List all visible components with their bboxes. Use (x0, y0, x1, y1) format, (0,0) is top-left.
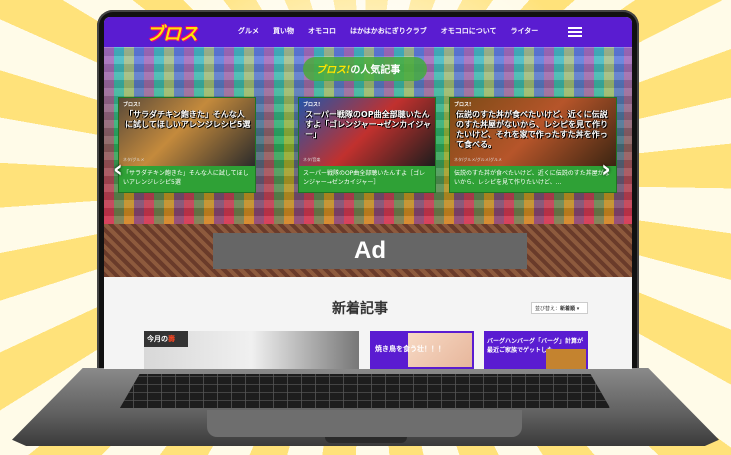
popular-article-card[interactable]: ブロス! スーパー戦隊のOP曲全部聴いたんすよ「ゴレンジャー→ゼンカイジャー」 … (298, 97, 436, 193)
badge-accent: 壽 (168, 335, 175, 343)
sort-value: 新着順 ▾ (560, 306, 580, 312)
ad-label: Ad (354, 237, 386, 264)
article-badge: 今月の壽 (144, 331, 188, 347)
hero-title-logo: ブロス! (316, 65, 351, 76)
article-tag: ブロス! (123, 102, 141, 108)
article-meta: ネタ/音楽 (303, 157, 321, 162)
menu-icon[interactable] (568, 27, 582, 37)
article-thumbnail[interactable]: ブロス! 伝説のすた丼が食べたいけど、近くに伝説のすた丼屋がないから、レシピを見… (450, 98, 616, 166)
site-logo[interactable]: ブロス (146, 20, 198, 46)
popular-article-card[interactable]: ブロス! 「サラダチキン飽きた」そんな人に試してほしいアレンジレシピ5選 ネタ/… (118, 97, 256, 193)
article-thumbnail-headline: 「サラダチキン飽きた」そんな人に試してほしいアレンジレシピ5選 (125, 110, 251, 129)
article-image (546, 349, 586, 369)
laptop-screen: ブロス グルメ 買い物 オモコロ はかはかおにぎりクラブ オモコロについて ライ… (104, 17, 632, 369)
nav-item-writers[interactable]: ライター (511, 26, 539, 36)
article-meta: ネタ/グルメ/グルメ/グルメ (454, 157, 503, 162)
article-thumbnail[interactable]: ブロス! 「サラダチキン飽きた」そんな人に試してほしいアレンジレシピ5選 ネタ/… (119, 98, 255, 166)
latest-article-card[interactable]: 焼き鳥を食う壮！！！ (370, 331, 474, 369)
ad-band: Ad (104, 224, 632, 277)
nav-item-shopping[interactable]: 買い物 (273, 26, 294, 36)
latest-article-card[interactable]: 今月の壽 (144, 331, 359, 369)
hero-title-suffix: の人気記事 (350, 65, 401, 76)
laptop-trackpad (207, 410, 522, 437)
nav-item-about[interactable]: オモコロについて (441, 26, 497, 36)
sort-dropdown[interactable]: 並び替え：新着順 ▾ (531, 302, 588, 314)
article-caption[interactable]: 「サラダチキン飽きた」そんな人に試してほしいアレンジレシピ5選 (123, 169, 251, 187)
ad-slot[interactable]: Ad (213, 233, 527, 269)
article-thumbnail[interactable]: ブロス! スーパー戦隊のOP曲全部聴いたんすよ「ゴレンジャー→ゼンカイジャー」 … (299, 98, 435, 166)
site-header: ブロス グルメ 買い物 オモコロ はかはかおにぎりクラブ オモコロについて ライ… (104, 17, 632, 47)
laptop-keyboard-rows (120, 374, 610, 408)
chevron-left-icon[interactable]: ‹ (113, 155, 123, 183)
article-caption[interactable]: スーパー戦隊のOP曲全部聴いたんすよ［ゴレンジャー→ゼンカイジャー］ (303, 169, 431, 187)
badge-prefix: 今月の (147, 335, 168, 343)
popular-articles-hero: ブロス!の人気記事 ブロス! 「サラダチキン飽きた」そんな人に試してほしいアレン… (104, 47, 632, 224)
section-title: 新着記事 (332, 301, 388, 317)
chevron-right-icon[interactable]: › (601, 155, 611, 183)
article-tag: ブロス! (303, 102, 321, 108)
nav-item-onigiri-club[interactable]: はかはかおにぎりクラブ (350, 26, 427, 36)
laptop-hinge-notch (325, 437, 407, 443)
hero-title: ブロス!の人気記事 (316, 61, 400, 76)
sort-label: 並び替え： (535, 306, 561, 312)
article-title: 焼き鳥を食う壮！！！ (375, 345, 445, 353)
main-nav: グルメ 買い物 オモコロ はかはかおにぎりクラブ オモコロについて ライター (238, 26, 552, 36)
popular-article-card[interactable]: ブロス! 伝説のすた丼が食べたいけど、近くに伝説のすた丼屋がないから、レシピを見… (449, 97, 617, 193)
article-meta: ネタ/グルメ (123, 157, 145, 162)
article-thumbnail-headline: 伝説のすた丼が食べたいけど、近くに伝説のすた丼屋がないから、レシピを見て作りたい… (456, 110, 608, 149)
nav-item-omocoro[interactable]: オモコロ (308, 26, 336, 36)
article-caption[interactable]: 伝説のすた丼が食べたいけど、近くに伝説のすた丼屋がないから、レシピを見て作りたい… (454, 169, 612, 187)
article-tag: ブロス! (454, 102, 472, 108)
nav-item-gourmet[interactable]: グルメ (238, 26, 259, 36)
latest-articles-section: 新着記事 並び替え：新着順 ▾ 今月の壽 焼き鳥を食う壮！！！ バーグハンバーグ… (104, 277, 632, 369)
article-thumbnail-headline: スーパー戦隊のOP曲全部聴いたんすよ「ゴレンジャー→ゼンカイジャー」 (305, 110, 431, 139)
latest-article-card[interactable]: バーグハンバーグ「バーグ」計算が最近ご家族でゲットした (484, 331, 588, 369)
